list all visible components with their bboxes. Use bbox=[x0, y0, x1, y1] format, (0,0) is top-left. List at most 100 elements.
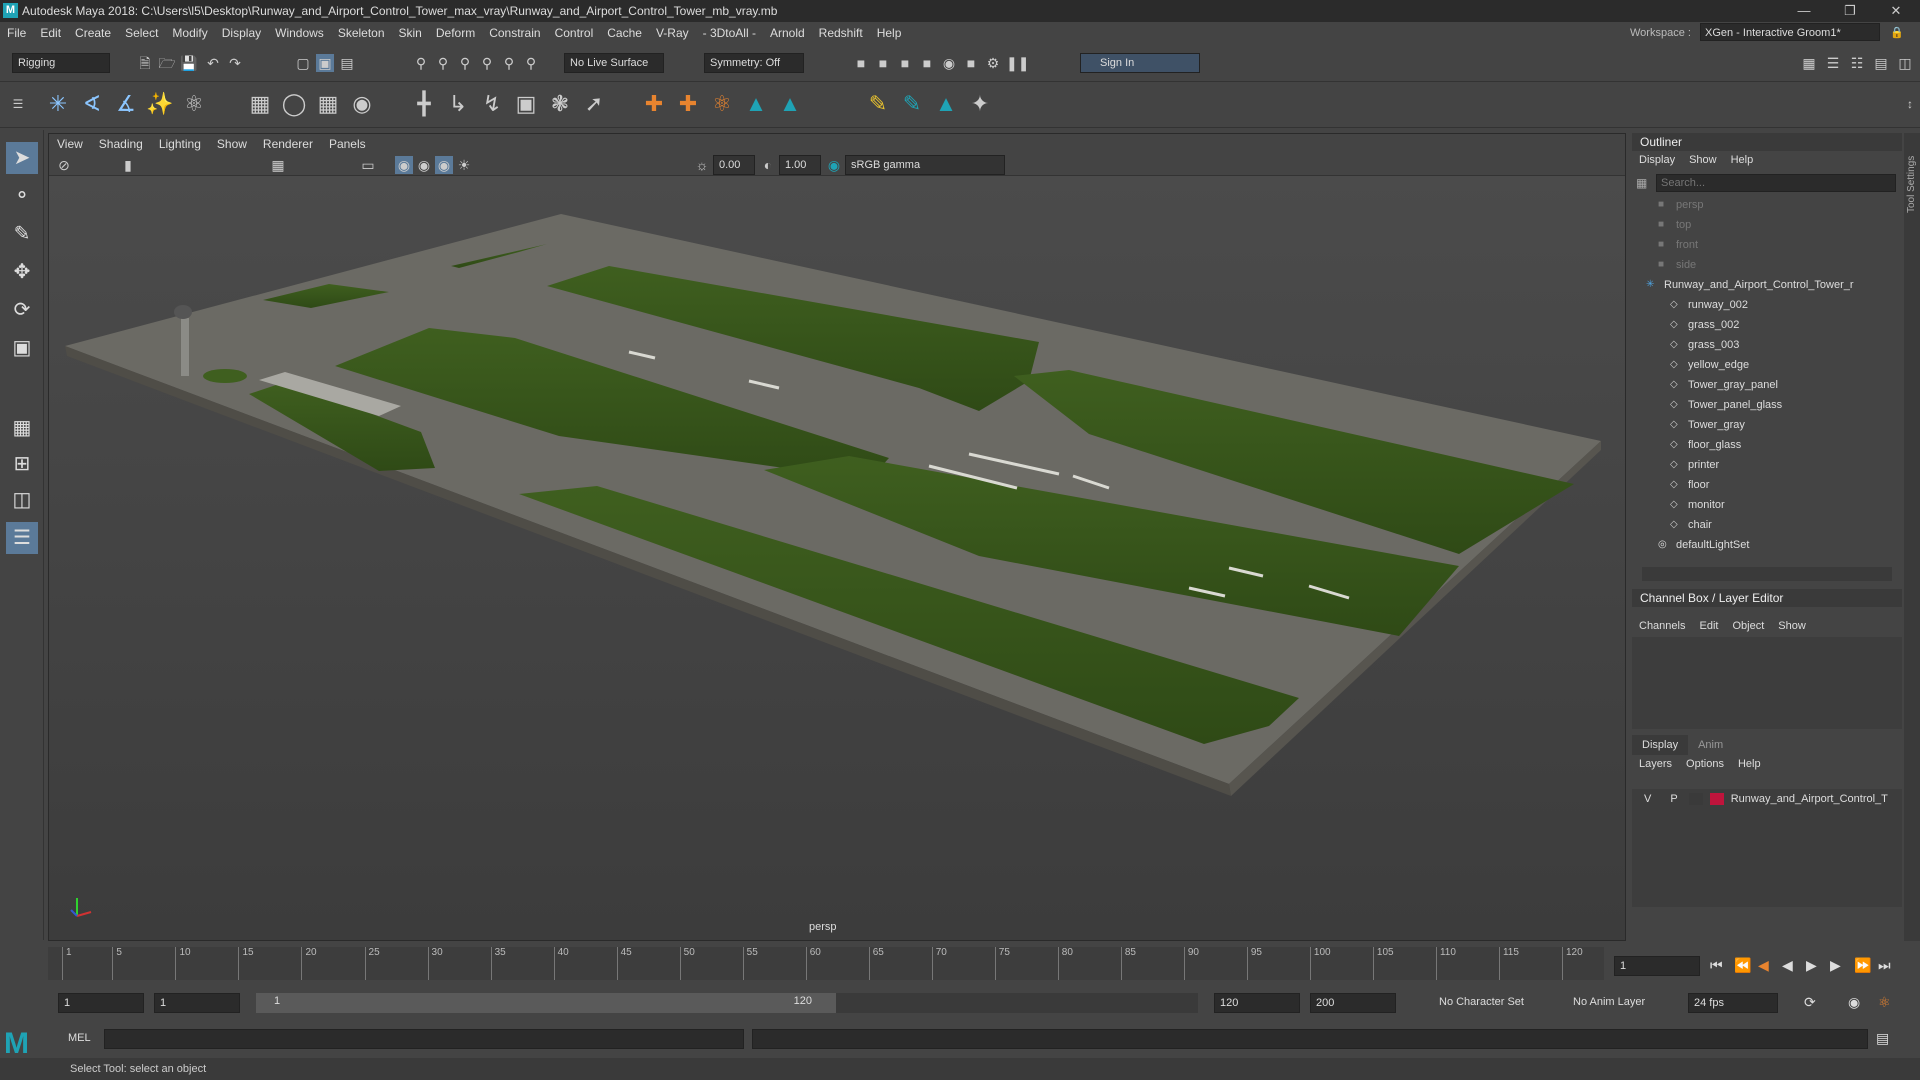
range-slider[interactable]: 1 120 bbox=[256, 993, 836, 1013]
loop-icon[interactable]: ⟳ bbox=[1804, 994, 1816, 1011]
snap-point-icon[interactable]: ⚲ bbox=[456, 54, 474, 72]
anim-end-field[interactable]: 200 bbox=[1310, 993, 1396, 1013]
layer-row[interactable]: V P Runway_and_Airport_Control_T bbox=[1632, 789, 1902, 809]
hik-target-icon[interactable]: ▲ bbox=[776, 90, 804, 118]
humanik-icon[interactable]: ⚛ bbox=[180, 90, 208, 118]
shelf-menu-icon[interactable]: ☰ bbox=[4, 90, 32, 118]
exposure-field[interactable]: 0.00 bbox=[713, 155, 755, 175]
layer-menu-item-1[interactable]: Options bbox=[1679, 755, 1731, 773]
shadows-icon[interactable]: ☀ bbox=[455, 156, 473, 174]
pose-editor-icon[interactable]: ▲ bbox=[932, 90, 960, 118]
fps-dropdown[interactable]: 24 fps bbox=[1688, 993, 1778, 1013]
symmetry-dropdown[interactable]: Symmetry: Off bbox=[704, 53, 804, 73]
anim-start-field[interactable]: 1 bbox=[154, 993, 240, 1013]
outliner-item[interactable]: ◇ yellow_edge bbox=[1632, 355, 1902, 375]
menu-item-0[interactable]: File bbox=[0, 22, 33, 44]
mel-command-input[interactable] bbox=[104, 1029, 744, 1049]
go-to-end-icon[interactable]: ⏭ bbox=[1878, 957, 1891, 974]
character-icon[interactable]: ⚛ bbox=[708, 90, 736, 118]
workspace-dropdown[interactable]: XGen - Interactive Groom1* bbox=[1700, 23, 1880, 41]
render-view-icon[interactable]: ■ bbox=[962, 54, 980, 72]
outliner-item[interactable]: ◇ chair bbox=[1632, 515, 1902, 535]
outliner-filter-icon[interactable]: ▦ bbox=[1636, 176, 1647, 190]
redo-icon[interactable]: ↷ bbox=[226, 54, 244, 72]
start-frame-field[interactable]: 1 bbox=[58, 993, 144, 1013]
ik-spline-icon[interactable]: ∡ bbox=[112, 90, 140, 118]
textured-icon[interactable]: ◉ bbox=[415, 156, 433, 174]
ipr-render-icon[interactable]: ■ bbox=[874, 54, 892, 72]
outliner-search-input[interactable] bbox=[1656, 174, 1896, 192]
point-constraint-icon[interactable]: ╋ bbox=[410, 90, 438, 118]
modeling-toolkit-icon[interactable]: ▦ bbox=[1800, 54, 1818, 72]
outliner-item[interactable]: ✳ Runway_and_Airport_Control_Tower_r bbox=[1632, 275, 1902, 295]
sign-in-button[interactable]: Sign In bbox=[1080, 53, 1200, 73]
lattice-icon[interactable]: ▦ bbox=[314, 90, 342, 118]
snap-view-icon[interactable]: ⚲ bbox=[478, 54, 496, 72]
play-forwards-icon[interactable]: ▶ bbox=[1806, 957, 1817, 974]
outliner-menu-item-0[interactable]: Display bbox=[1632, 151, 1682, 169]
restore-icon[interactable]: ❐ bbox=[1830, 0, 1870, 22]
menu-item-3[interactable]: Select bbox=[118, 22, 165, 44]
snap-surface-icon[interactable]: ⚲ bbox=[500, 54, 518, 72]
snap-grid-icon[interactable]: ⚲ bbox=[412, 54, 430, 72]
outliner-item[interactable]: ◇ monitor bbox=[1632, 495, 1902, 515]
cluster-icon[interactable]: ◉ bbox=[348, 90, 376, 118]
play-backwards-icon[interactable]: ◀ bbox=[1782, 957, 1793, 974]
snap-vertex-icon[interactable]: ⚲ bbox=[522, 54, 540, 72]
outliner-item[interactable]: ◇ grass_003 bbox=[1632, 335, 1902, 355]
open-scene-icon[interactable]: 🗁 bbox=[158, 54, 176, 72]
scale-tool-icon[interactable]: ▣ bbox=[6, 332, 38, 364]
layer-menu-item-2[interactable]: Help bbox=[1731, 755, 1768, 773]
script-editor-icon[interactable]: ▤ bbox=[1876, 1030, 1889, 1047]
channelbox-menu-item-2[interactable]: Object bbox=[1725, 617, 1771, 635]
insert-joint-icon[interactable]: ✨ bbox=[146, 90, 174, 118]
color-management-icon[interactable]: ◉ bbox=[825, 156, 843, 174]
scale-constraint-icon[interactable]: ▣ bbox=[512, 90, 540, 118]
layer-color-swatch[interactable] bbox=[1709, 793, 1724, 806]
step-back-key-icon[interactable]: ⏪ bbox=[1734, 957, 1751, 974]
four-pane-icon[interactable]: ⊞ bbox=[6, 448, 38, 480]
bind-skin-icon[interactable]: ▦ bbox=[246, 90, 274, 118]
outliner-item[interactable]: ■ top bbox=[1632, 215, 1902, 235]
menu-item-1[interactable]: Edit bbox=[33, 22, 68, 44]
menu-set-dropdown[interactable]: Rigging bbox=[12, 53, 110, 73]
parent-constraint-icon[interactable]: ❃ bbox=[546, 90, 574, 118]
menu-item-15[interactable]: Arnold bbox=[763, 22, 812, 44]
wireframe-icon[interactable]: ▭ bbox=[359, 156, 377, 174]
character-set-dropdown[interactable]: No Character Set bbox=[1434, 993, 1546, 1013]
outliner-item[interactable]: ◇ runway_002 bbox=[1632, 295, 1902, 315]
outliner-item[interactable]: ◇ Tower_gray_panel bbox=[1632, 375, 1902, 395]
paint-weights-icon[interactable]: ◯ bbox=[280, 90, 308, 118]
ik-handle-icon[interactable]: ∢ bbox=[78, 90, 106, 118]
pole-vector-icon[interactable]: ➚ bbox=[580, 90, 608, 118]
minimize-icon[interactable]: — bbox=[1784, 0, 1824, 22]
batch-render-icon[interactable]: ⚙ bbox=[984, 54, 1002, 72]
channel-box-icon[interactable]: ▤ bbox=[1872, 54, 1890, 72]
two-pane-icon[interactable]: ◫ bbox=[6, 484, 38, 516]
paint-select-icon[interactable]: ✎ bbox=[6, 218, 38, 250]
menu-item-16[interactable]: Redshift bbox=[812, 22, 870, 44]
bookmark-icon[interactable]: ▮ bbox=[119, 156, 137, 174]
menu-item-7[interactable]: Skeleton bbox=[331, 22, 392, 44]
select-object-icon[interactable]: ▣ bbox=[316, 54, 334, 72]
lasso-tool-icon[interactable]: ⚬ bbox=[6, 180, 38, 212]
menu-item-5[interactable]: Display bbox=[215, 22, 268, 44]
save-scene-icon[interactable]: 💾 bbox=[180, 54, 198, 72]
locator-icon[interactable]: ✚ bbox=[640, 90, 668, 118]
single-pane-icon[interactable]: ▦ bbox=[6, 412, 38, 444]
mel-label[interactable]: MEL bbox=[68, 1032, 91, 1044]
outliner-item[interactable]: ■ front bbox=[1632, 235, 1902, 255]
menu-item-4[interactable]: Modify bbox=[165, 22, 214, 44]
gamma-field[interactable]: 1.00 bbox=[779, 155, 821, 175]
exposure-icon[interactable]: ☼ bbox=[693, 156, 711, 174]
menu-item-6[interactable]: Windows bbox=[268, 22, 331, 44]
step-back-frame-icon[interactable]: ◀ bbox=[1758, 957, 1769, 974]
current-frame-field[interactable]: 1 bbox=[1614, 956, 1700, 976]
tool-settings-icon[interactable]: ☷ bbox=[1848, 54, 1866, 72]
step-forward-frame-icon[interactable]: ▶ bbox=[1830, 957, 1841, 974]
viewport-menu-item-1[interactable]: Shading bbox=[91, 134, 151, 154]
anim-prefs-icon[interactable]: ⚛ bbox=[1878, 994, 1891, 1011]
aim-constraint-icon[interactable]: ↳ bbox=[444, 90, 472, 118]
shelf-scroll-icon[interactable]: ↕ bbox=[1896, 90, 1920, 118]
time-slider[interactable]: 1 5 10 15 20 25 30 35 40 45 50 55 60 65 70 75 80 85 90 95 10… bbox=[48, 947, 1604, 980]
